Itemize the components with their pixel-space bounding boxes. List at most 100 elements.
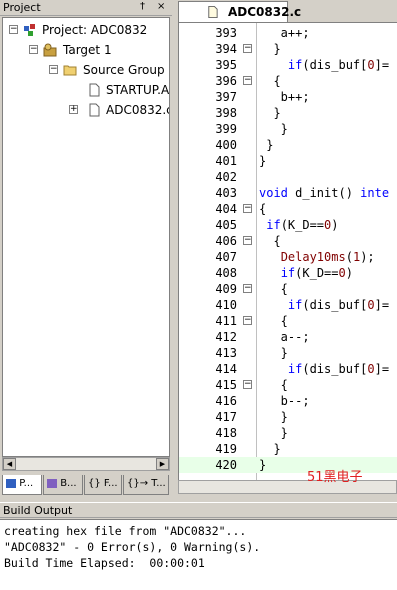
books-tab-icon [47, 478, 57, 488]
scroll-left-icon[interactable]: ◀ [3, 458, 16, 470]
code-editor: ADC0832.c 393 a++; 394− } 395 if(dis_buf[0… [172, 0, 397, 499]
code-line[interactable]: 414 if(dis_buf[0]= [179, 361, 397, 377]
code-text: { [259, 314, 288, 328]
code-line[interactable]: 396− { [179, 73, 397, 89]
tab-label: {} F... [88, 478, 118, 489]
code-line[interactable]: 409− { [179, 281, 397, 297]
code-line[interactable]: 405 if(K_D==0) [179, 217, 397, 233]
fold-icon[interactable]: − [243, 236, 252, 245]
line-number: 410 [215, 298, 237, 312]
expand-icon[interactable]: + [69, 105, 78, 114]
scroll-right-icon[interactable]: ▶ [156, 458, 169, 470]
code-line[interactable]: 399 } [179, 121, 397, 137]
tab-project[interactable]: P... [2, 475, 42, 495]
project-pane-tabs: P... B... {} F... {}→ T... [0, 473, 172, 497]
project-pane-title: Project [3, 1, 41, 14]
code-line[interactable]: 410 if(dis_buf[0]= [179, 297, 397, 313]
line-number: 407 [215, 250, 237, 264]
build-output-panel[interactable]: creating hex file from "ADC0832"... "ADC… [0, 519, 397, 590]
code-line[interactable]: 398 } [179, 105, 397, 121]
fold-icon[interactable]: − [243, 316, 252, 325]
code-line[interactable]: 393 a++; [179, 25, 397, 41]
tree-item-label: Project: ADC0832 [42, 23, 148, 37]
code-text: a--; [259, 330, 310, 344]
code-line[interactable]: 413 } [179, 345, 397, 361]
pin-icon[interactable]: † [140, 1, 145, 13]
tree-item-label: STARTUP.A [106, 83, 170, 97]
code-text: } [259, 138, 274, 152]
code-text: Delay10ms(1); [280, 250, 375, 264]
line-number: 411 [215, 314, 237, 328]
fold-icon[interactable]: − [243, 204, 252, 213]
code-text: if(dis_buf[0]= [287, 298, 390, 312]
tree-item-project[interactable]: − Project: ADC0832 [3, 21, 169, 39]
code-line[interactable]: 411− { [179, 313, 397, 329]
fold-icon[interactable]: − [243, 76, 252, 85]
code-line[interactable]: 397 b++; [179, 89, 397, 105]
build-output-line: creating hex file from "ADC0832"... [4, 524, 247, 538]
collapse-icon[interactable]: − [49, 65, 58, 74]
editor-horizontal-scrollbar[interactable] [178, 480, 397, 494]
tab-functions[interactable]: {} F... [84, 475, 122, 495]
file-icon [89, 83, 100, 97]
code-text: } [259, 42, 281, 56]
line-number: 405 [215, 218, 237, 232]
code-line[interactable]: 415− { [179, 377, 397, 393]
tab-books[interactable]: B... [43, 475, 83, 495]
code-line[interactable]: 417 } [179, 409, 397, 425]
file-icon [208, 5, 218, 19]
project-icon [24, 24, 35, 36]
code-line[interactable]: 394− } [179, 41, 397, 57]
build-output-line: "ADC0832" - 0 Error(s), 0 Warning(s). [4, 540, 261, 554]
project-horizontal-scrollbar[interactable]: ◀ ▶ [2, 457, 170, 471]
code-line[interactable]: 403 void d_init() inte [179, 185, 397, 201]
line-number: 417 [215, 410, 237, 424]
fold-icon[interactable]: − [243, 380, 252, 389]
code-line[interactable]: 401} [179, 153, 397, 169]
line-number: 403 [215, 186, 237, 200]
tree-item-source-group[interactable]: − Source Group 1 [3, 61, 169, 79]
line-number: 395 [215, 58, 237, 72]
fold-icon[interactable]: − [243, 284, 252, 293]
tab-label: B... [60, 478, 77, 489]
code-line[interactable]: 407 Delay10ms(1); [179, 249, 397, 265]
code-line[interactable]: 406− { [179, 233, 397, 249]
code-line[interactable]: 419 } [179, 441, 397, 457]
line-number: 404 [215, 202, 237, 216]
code-text: void d_init() inte [259, 186, 390, 200]
code-line[interactable]: 420} [179, 457, 397, 473]
tab-templates[interactable]: {}→ T... [123, 475, 169, 495]
code-line[interactable]: 418 } [179, 425, 397, 441]
code-text: b--; [259, 394, 310, 408]
line-number: 413 [215, 346, 237, 360]
code-line[interactable]: 400 } [179, 137, 397, 153]
code-line[interactable]: 408 if(K_D==0) [179, 265, 397, 281]
tree-item-startup-file[interactable]: STARTUP.A [3, 81, 169, 99]
tree-item-target[interactable]: − Target 1 [3, 41, 169, 59]
collapse-icon[interactable]: − [29, 45, 38, 54]
code-line[interactable]: 402 [179, 169, 397, 185]
fold-icon[interactable]: − [243, 44, 252, 53]
code-text-area[interactable]: 393 a++; 394− } 395 if(dis_buf[0]= 396− {39… [178, 22, 397, 480]
code-line[interactable]: 395 if(dis_buf[0]= [179, 57, 397, 73]
collapse-icon[interactable]: − [9, 25, 18, 34]
line-number: 398 [215, 106, 237, 120]
tab-adc0832-c[interactable]: ADC0832.c [178, 1, 301, 22]
tree-item-adc0832-file[interactable]: + ADC0832.c [3, 101, 169, 119]
line-number: 401 [215, 154, 237, 168]
code-line[interactable]: 404−{ [179, 201, 397, 217]
line-number: 396 [215, 74, 237, 88]
code-line[interactable]: 412 a--; [179, 329, 397, 345]
close-icon[interactable]: × [157, 1, 165, 13]
line-number: 408 [215, 266, 237, 280]
code-text: } [259, 106, 281, 120]
editor-tab-label: ADC0832.c [228, 5, 302, 19]
file-icon [89, 103, 100, 117]
code-line[interactable]: 416 b--; [179, 393, 397, 409]
code-text: } [259, 122, 288, 136]
line-number: 414 [215, 362, 237, 376]
line-number: 402 [215, 170, 237, 184]
build-output-header: Build Output [0, 502, 397, 518]
code-text: } [259, 442, 281, 456]
project-pane: Project † × − Project: ADC0832 − Target … [0, 0, 172, 499]
